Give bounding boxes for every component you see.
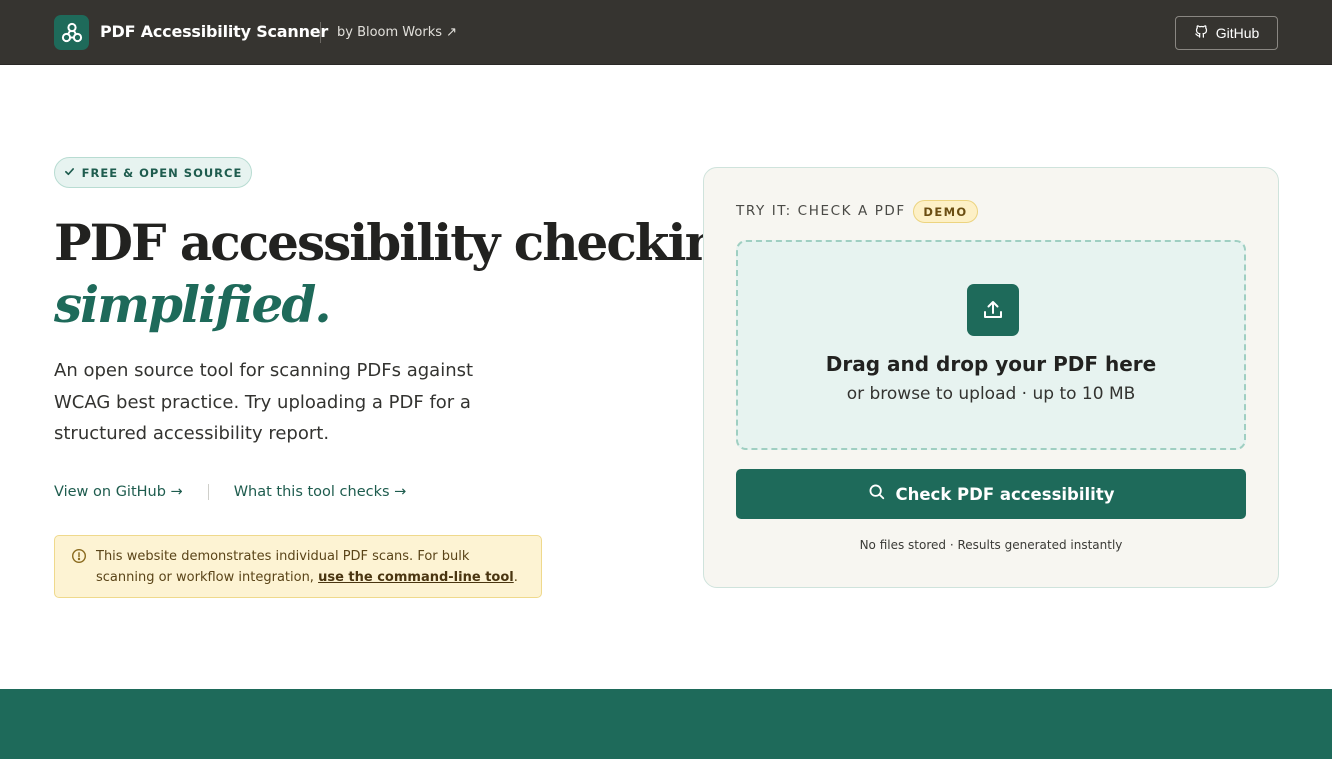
- hero-links: View on GitHub → What this tool checks →: [54, 484, 406, 500]
- links-divider: [207, 484, 209, 500]
- lead-paragraph: An open source tool for scanning PDFs ag…: [54, 360, 474, 444]
- upload-icon: [967, 284, 1019, 336]
- github-icon: [1194, 24, 1209, 42]
- what-this-tool-checks-link[interactable]: What this tool checks →: [234, 484, 407, 500]
- check-pdf-button-label: Check PDF accessibility: [895, 484, 1115, 504]
- dropzone-title: Drag and drop your PDF here: [825, 352, 1157, 376]
- bottom-band: [0, 689, 1332, 759]
- search-icon: [868, 483, 886, 505]
- card-label: TRY IT: CHECK A PDF: [736, 203, 906, 219]
- page-title: PDF accessibility checking, simplified.: [54, 212, 769, 336]
- check-pdf-button[interactable]: Check PDF accessibility: [736, 469, 1246, 519]
- dropzone-subtitle[interactable]: or browse to upload · up to 10 MB: [738, 384, 1244, 404]
- demo-notice: This website demonstrates individual PDF…: [54, 535, 542, 598]
- bloom-works-link[interactable]: by Bloom Works ↗: [337, 25, 457, 40]
- command-line-tool-link[interactable]: use the command-line tool: [318, 570, 514, 585]
- github-button[interactable]: GitHub: [1175, 16, 1278, 50]
- pdf-dropzone[interactable]: Drag and drop your PDF here or browse to…: [736, 240, 1246, 450]
- tri-circle-logo-icon[interactable]: [54, 15, 89, 50]
- view-on-github-link[interactable]: View on GitHub →: [54, 484, 183, 500]
- check-icon: [64, 166, 75, 180]
- try-it-card: TRY IT: CHECK A PDF DEMO Drag and drop y…: [703, 167, 1279, 588]
- info-icon: [71, 548, 87, 571]
- brand-divider: [320, 22, 321, 43]
- open-source-badge: FREE & OPEN SOURCE: [54, 157, 252, 188]
- headline-line-2: simplified.: [54, 275, 332, 334]
- badge-label: FREE & OPEN SOURCE: [81, 165, 243, 180]
- headline-line-1: PDF accessibility checking,: [54, 213, 769, 272]
- top-bar: PDF Accessibility Scanner by Bloom Works…: [0, 0, 1332, 65]
- github-button-label: GitHub: [1215, 25, 1260, 41]
- demo-badge: DEMO: [913, 200, 978, 223]
- brand-name[interactable]: PDF Accessibility Scanner: [100, 22, 328, 41]
- card-footnote: No files stored · Results generated inst…: [859, 538, 1123, 552]
- notice-text-end: .: [513, 570, 518, 585]
